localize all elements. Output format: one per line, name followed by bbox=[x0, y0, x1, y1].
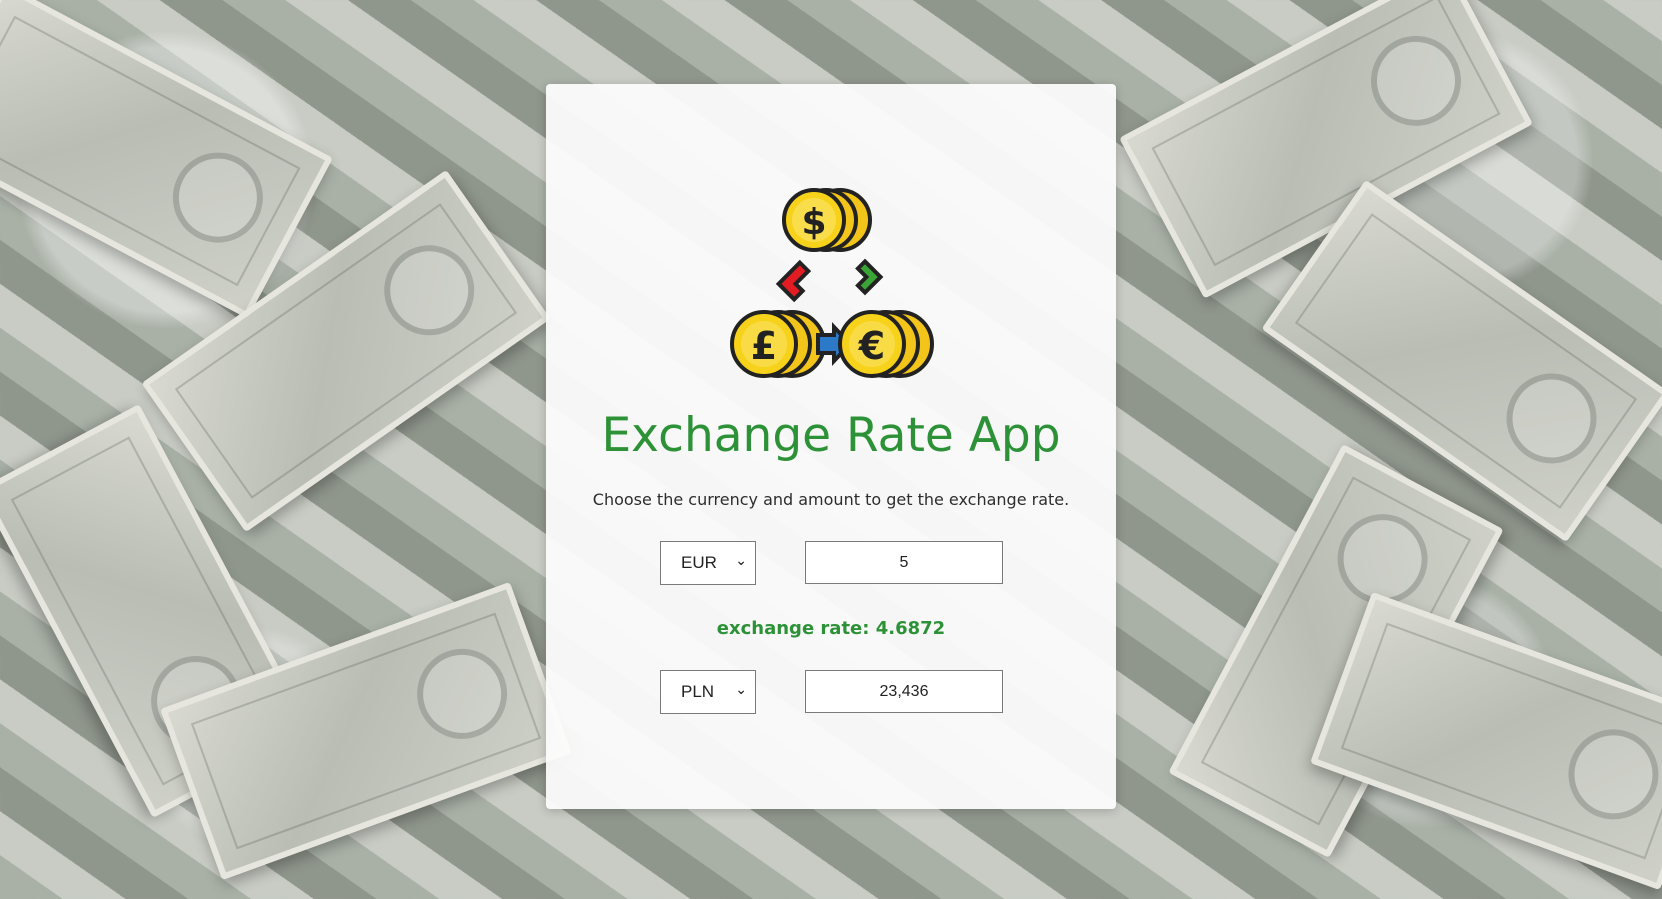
from-amount-input[interactable]: 5 bbox=[805, 541, 1003, 584]
exchange-rate-text: exchange rate: 4.6872 bbox=[716, 618, 946, 639]
page-background: { "app": { "title": "Exchange Rate App",… bbox=[0, 0, 1662, 899]
from-currency-value: EUR bbox=[681, 553, 717, 572]
to-currency-value: PLN bbox=[681, 682, 715, 701]
chevron-down-icon: ⌄ bbox=[735, 682, 747, 698]
svg-text:$: $ bbox=[801, 202, 826, 243]
to-amount-input[interactable]: 23,436 bbox=[805, 670, 1003, 713]
from-currency-select[interactable]: EUR ⌄ bbox=[660, 541, 756, 585]
svg-text:€: € bbox=[858, 324, 885, 368]
background-bill bbox=[1310, 591, 1662, 891]
to-currency-select[interactable]: PLN ⌄ bbox=[660, 670, 756, 714]
chevron-down-icon: ⌄ bbox=[735, 553, 747, 569]
currency-exchange-icon: $ £ € bbox=[730, 188, 934, 378]
exchange-card: $ £ € Exchange Rate App Choose the curre… bbox=[546, 84, 1116, 809]
svg-text:£: £ bbox=[751, 324, 777, 368]
page-subtitle: Choose the currency and amount to get th… bbox=[592, 490, 1070, 509]
app-logo: $ £ € bbox=[546, 184, 1116, 379]
background-bill bbox=[0, 0, 333, 319]
page-title: Exchange Rate App bbox=[601, 408, 1061, 463]
to-currency-row: PLN ⌄ 23,436 bbox=[660, 670, 1005, 714]
from-currency-row: EUR ⌄ 5 bbox=[660, 541, 1005, 585]
